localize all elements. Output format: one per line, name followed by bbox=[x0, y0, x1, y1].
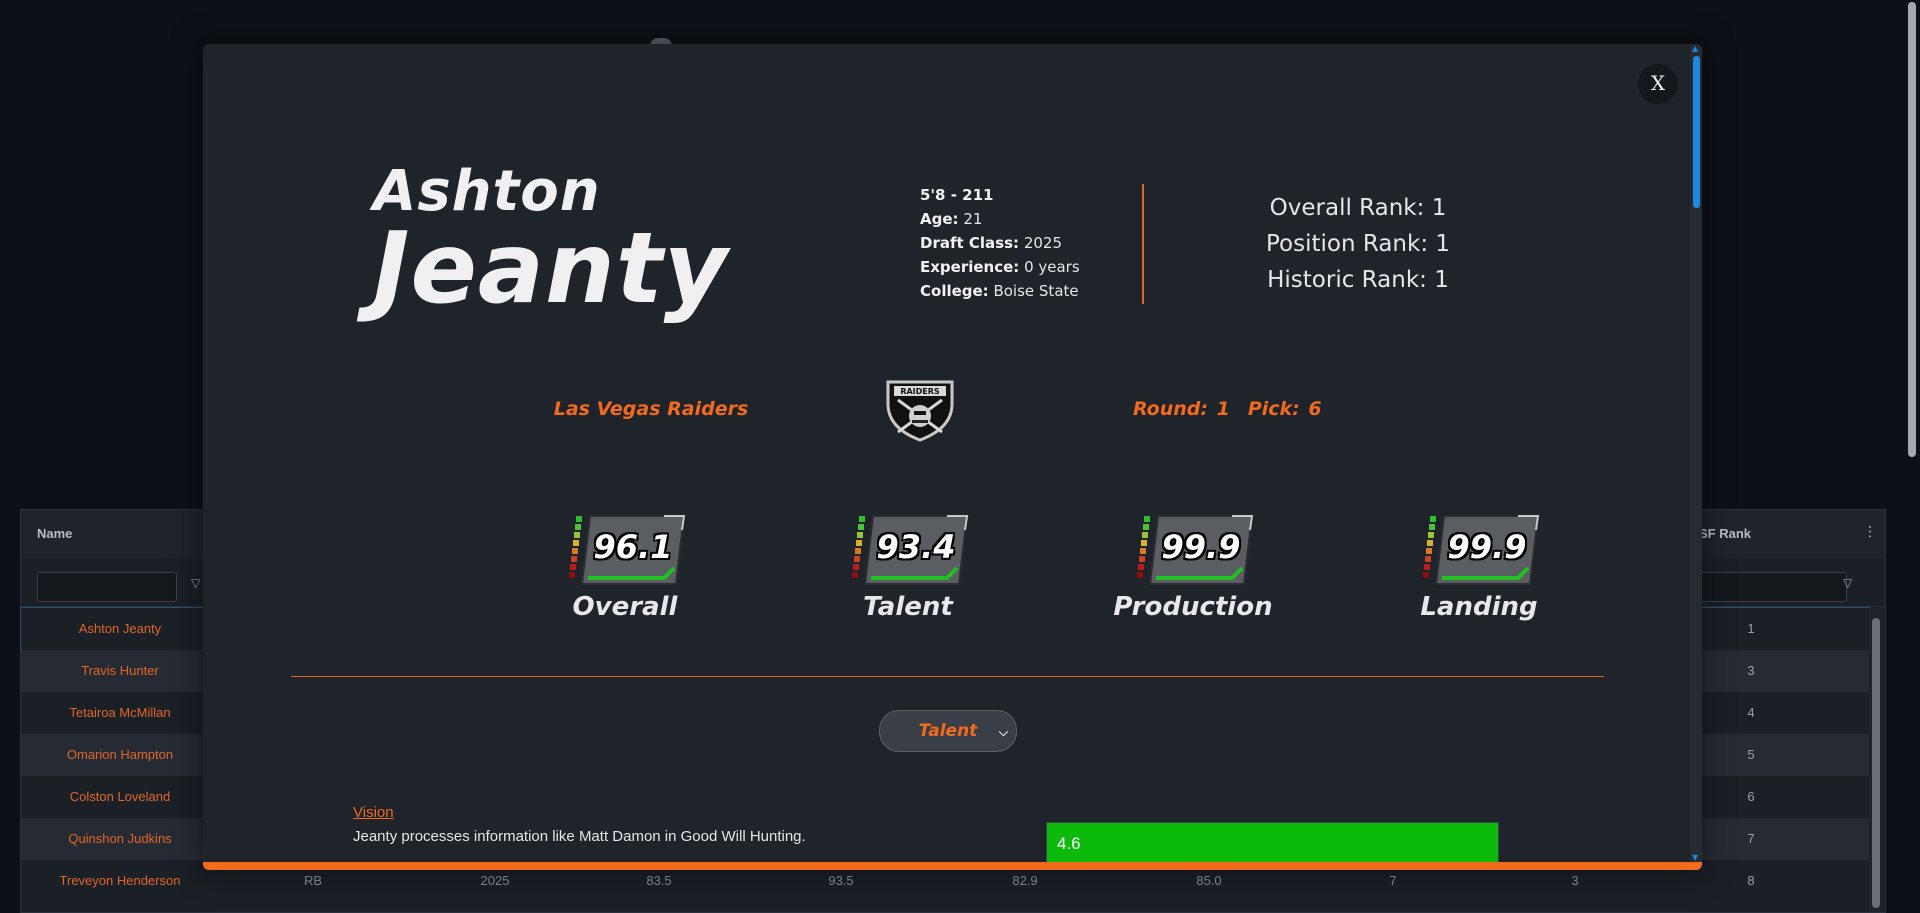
sf-rank-cell: 7 bbox=[1747, 831, 1755, 846]
score-landing: 99.9 Landing bbox=[1384, 512, 1574, 622]
stat-cell: 7 bbox=[1389, 873, 1397, 888]
score-badge-icon: 99.9 bbox=[1418, 512, 1540, 588]
height-weight: 5'8 - 211 bbox=[920, 186, 994, 204]
category-select[interactable]: Talent ⌵ bbox=[879, 710, 1017, 752]
player-name-link[interactable]: Quinshon Judkins bbox=[21, 831, 219, 846]
score-production: 99.9 Production bbox=[1089, 512, 1297, 622]
draft-round: Round: 1 bbox=[1133, 398, 1230, 420]
player-name-link[interactable]: Ashton Jeanty bbox=[21, 621, 219, 636]
score-value: 96.1 bbox=[593, 528, 673, 566]
column-menu-icon[interactable]: ⋮ bbox=[1863, 524, 1877, 540]
sf-rank-cell: 3 bbox=[1747, 663, 1755, 678]
scroll-up-icon[interactable]: ▲ bbox=[1692, 44, 1698, 53]
stat-cell: 93.5 bbox=[828, 873, 854, 888]
age-label: Age: bbox=[920, 210, 959, 228]
player-name-link[interactable]: Omarion Hampton bbox=[21, 747, 219, 762]
column-header-sf-rank[interactable]: SF Rank bbox=[1699, 526, 1751, 541]
modal-accent-bar bbox=[203, 862, 1702, 870]
filter-icon[interactable]: ▽ bbox=[191, 576, 200, 590]
trait-description: Jeanty processes information like Matt D… bbox=[353, 828, 806, 845]
sf-rank-cell: 4 bbox=[1747, 705, 1755, 720]
score-badge-icon: 99.9 bbox=[1132, 512, 1254, 588]
stat-cell: 3 bbox=[1571, 873, 1579, 888]
sf-rank-cell: 1 bbox=[1747, 621, 1755, 636]
historic-rank: Historic Rank: 1 bbox=[1267, 267, 1449, 293]
player-ranks: Overall Rank: 1 Position Rank: 1 Histori… bbox=[1233, 190, 1483, 298]
score-value: 99.9 bbox=[1447, 528, 1527, 566]
score-label: Overall bbox=[572, 592, 678, 622]
grid-scrollbar[interactable] bbox=[1869, 608, 1883, 912]
score-badge-icon: 93.4 bbox=[847, 512, 969, 588]
sf-rank-cell: 6 bbox=[1747, 789, 1755, 804]
score-overall: 96.1 Overall bbox=[535, 512, 715, 622]
player-bio: 5'8 - 211 Age: 21 Draft Class: 2025 Expe… bbox=[920, 183, 1080, 303]
year-cell: 2025 bbox=[480, 873, 510, 888]
close-button[interactable]: X bbox=[1638, 64, 1678, 104]
raiders-shield-logo: RAIDERS bbox=[886, 380, 954, 442]
sf-rank-cell: 5 bbox=[1747, 747, 1755, 762]
college-label: College: bbox=[920, 282, 989, 300]
college-value: Boise State bbox=[993, 282, 1079, 300]
section-divider bbox=[291, 676, 1604, 677]
experience-value: 0 years bbox=[1024, 258, 1080, 276]
overall-rank: Overall Rank: 1 bbox=[1269, 195, 1447, 221]
stat-cell: 83.5 bbox=[646, 873, 672, 888]
draft-pick-info: Round: 1 Pick: 6 bbox=[1133, 398, 1340, 420]
draft-class-value: 2025 bbox=[1023, 234, 1062, 252]
age-value: 21 bbox=[963, 210, 983, 228]
draft-pick: Pick: 6 bbox=[1247, 398, 1322, 420]
category-select-value: Talent bbox=[918, 721, 978, 741]
grid-scrollbar-thumb[interactable] bbox=[1872, 618, 1880, 908]
player-name-link[interactable]: Tetairoa McMillan bbox=[21, 705, 219, 720]
column-header-name[interactable]: Name bbox=[37, 526, 72, 541]
sf-rank-filter-input[interactable] bbox=[1681, 572, 1847, 602]
player-name-link[interactable]: Treveyon Henderson bbox=[21, 873, 219, 888]
player-last-name: Jeanty bbox=[373, 212, 729, 326]
sf-rank-cell: 8 bbox=[1747, 873, 1755, 888]
sf-filter-icon[interactable]: ▽ bbox=[1843, 576, 1852, 590]
position-rank: Position Rank: 1 bbox=[1265, 231, 1451, 257]
team-name: Las Vegas Raiders bbox=[553, 398, 749, 420]
score-label: Landing bbox=[1420, 592, 1538, 622]
name-filter-input[interactable] bbox=[37, 572, 177, 602]
experience-label: Experience: bbox=[920, 258, 1020, 276]
modal-scrollbar-thumb[interactable] bbox=[1693, 56, 1700, 208]
score-label: Production bbox=[1113, 592, 1273, 622]
draft-class-label: Draft Class: bbox=[920, 234, 1020, 252]
stat-cell: 82.9 bbox=[1012, 873, 1038, 888]
position-cell: RB bbox=[303, 873, 323, 888]
player-name-link[interactable]: Colston Loveland bbox=[21, 789, 219, 804]
modal-scrollbar[interactable]: ▲ ▼ bbox=[1690, 44, 1702, 862]
page-scrollbar[interactable] bbox=[1903, 0, 1920, 911]
score-value: 93.4 bbox=[876, 528, 956, 566]
svg-text:RAIDERS: RAIDERS bbox=[900, 387, 940, 396]
bio-divider bbox=[1142, 184, 1144, 304]
trait-score-bar-fill bbox=[1047, 823, 1498, 863]
score-badge-icon: 96.1 bbox=[564, 512, 686, 588]
trait-title-link[interactable]: Vision bbox=[353, 804, 394, 821]
chevron-down-icon: ⌵ bbox=[998, 725, 1008, 739]
score-label: Talent bbox=[863, 592, 953, 622]
score-talent: 93.4 Talent bbox=[818, 512, 998, 622]
player-name-link[interactable]: Travis Hunter bbox=[21, 663, 219, 678]
score-value: 99.9 bbox=[1161, 528, 1241, 566]
trait-score-value: 4.6 bbox=[1057, 834, 1081, 853]
page-scrollbar-thumb[interactable] bbox=[1908, 2, 1916, 457]
player-modal: X Ashton Jeanty 5'8 - 211 Age: 21 Draft … bbox=[203, 44, 1702, 870]
scroll-down-icon[interactable]: ▼ bbox=[1692, 853, 1698, 862]
trait-score-bar: 4.6 bbox=[1046, 822, 1499, 864]
stat-cell: 85.0 bbox=[1196, 873, 1222, 888]
